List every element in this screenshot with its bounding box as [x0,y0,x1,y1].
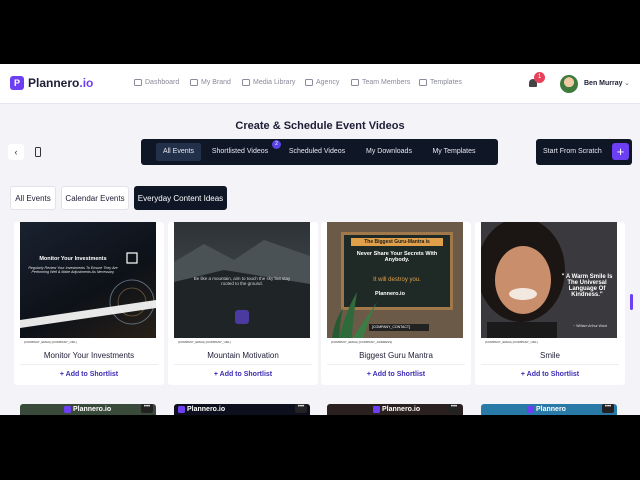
briefcase-icon [190,79,198,86]
start-from-scratch-button[interactable]: Start From Scratch + [536,139,632,165]
building-icon [305,79,313,86]
tab-my-downloads[interactable]: My Downloads [361,143,417,161]
brand-label: Plannero.io [382,406,421,413]
divider [174,364,312,365]
plus-icon: + [612,143,629,160]
app-window: P Plannero.io Dashboard My Brand Media L… [0,64,640,415]
card-title: Monitor Your Investments [43,351,135,360]
nav-label: Agency [316,79,340,86]
nav-my-brand[interactable]: My Brand [190,79,231,86]
divider [327,364,465,365]
card-brand: Plannero.io [373,406,420,413]
thumbnail-graphic [20,252,156,328]
tab-shortlisted-videos[interactable]: Shortlisted Videos [208,143,272,161]
page-title: Create & Schedule Event Videos [235,120,405,132]
more-options-icon[interactable]: ••• [141,404,153,413]
card-thumbnail[interactable]: " A Warm Smile Is The Universal Language… [481,222,617,346]
brand-name: Plannero [28,76,80,90]
nav-team-members[interactable]: Team Members [351,79,410,86]
nav-dashboard[interactable]: Dashboard [134,79,179,86]
brand-label: Plannero [536,406,566,413]
template-card-partial[interactable]: Plannero.io ••• [20,404,156,415]
thumbnail-quote: " A Warm Smile Is The Universal Language… [561,274,613,298]
plannero-logo[interactable]: P Plannero.io [10,76,93,90]
avatar[interactable] [560,75,578,93]
logo-icon [527,406,534,413]
divider [20,364,158,365]
nav-templates[interactable]: Templates [419,79,462,86]
add-to-shortlist-button[interactable]: + Add to Shortlist [168,371,318,378]
user-name[interactable]: Ben Murray [584,80,623,87]
phone-icon [35,147,41,157]
logo-icon [64,406,71,413]
shortlisted-count-badge: 2 [272,140,281,149]
template-card-smile[interactable]: " A Warm Smile Is The Universal Language… [475,222,625,385]
template-icon [419,79,427,86]
notification-badge: 1 [534,72,545,83]
start-from-scratch-label: Start From Scratch [543,148,602,155]
nav-label: Media Library [253,79,296,86]
thumbnail-heading: Monitor Your Investments [39,256,107,262]
template-card-mountain-motivation[interactable]: Be like a mountain, aim to touch the sky… [168,222,318,385]
thumbnail-body: Regularly Review Your Investments To Ens… [28,266,118,274]
thumbnail-quote: Be like a mountain, aim to touch the sky… [193,276,291,286]
top-navbar: P Plannero.io Dashboard My Brand Media L… [0,64,640,104]
image-icon [242,79,250,86]
thumbnail-footer: [COMPANY_EMAIL] [COMPANY_URL] [20,338,156,346]
home-icon [134,79,142,86]
card-brand: Plannero.io [64,406,111,413]
scrollbar[interactable] [630,294,633,310]
brand-label: Plannero.io [73,406,112,413]
brand-label: Plannero.io [187,406,226,413]
card-thumbnail[interactable]: The Biggest Guru-Mantra is Never Share Y… [327,222,463,346]
thumbnail-footer: [COMPANY_EMAIL] [COMPANY_URL] [174,338,310,346]
card-brand: Plannero.io [178,406,225,413]
more-options-icon[interactable]: ••• [602,404,614,413]
add-to-shortlist-button[interactable]: + Add to Shortlist [321,371,471,378]
more-options-icon[interactable]: ••• [295,404,307,413]
nav-media-library[interactable]: Media Library [242,79,295,86]
card-title: Smile [539,351,560,360]
card-title: Biggest Guru Mantra [359,351,433,360]
filter-calendar-events[interactable]: Calendar Events [61,186,129,210]
nav-label: Team Members [362,79,411,86]
template-card-partial[interactable]: Plannero.io ••• [327,404,463,415]
thumbnail-footer: [COMPANY_EMAIL] [COMPANY_URL] [481,338,617,346]
tab-my-templates[interactable]: My Templates [427,143,481,161]
logo-icon [373,406,380,413]
template-card-partial[interactable]: Plannero ••• [481,404,617,415]
brand-suffix: .io [79,76,94,90]
logo-icon [178,406,185,413]
tab-all-events[interactable]: All Events [156,143,201,161]
divider [481,364,619,365]
nav-agency[interactable]: Agency [305,79,339,86]
back-button[interactable]: ‹ [8,144,24,160]
template-card-monitor-investments[interactable]: Monitor Your Investments Regularly Revie… [14,222,164,385]
notification-bell[interactable]: 1 [528,72,545,88]
card-thumbnail[interactable]: Monitor Your Investments Regularly Revie… [20,222,156,346]
filter-all-events[interactable]: All Events [10,186,56,210]
card-title: Mountain Motivation [207,351,279,360]
template-card-biggest-guru-mantra[interactable]: The Biggest Guru-Mantra is Never Share Y… [321,222,471,385]
thumbnail-author: ~ William Arthur Ward [573,324,607,328]
tab-scheduled-videos[interactable]: Scheduled Videos [285,143,349,161]
mobile-preview-button[interactable] [31,144,45,160]
add-to-shortlist-button[interactable]: + Add to Shortlist [14,371,164,378]
logo-icon: P [10,76,24,90]
more-options-icon[interactable]: ••• [448,404,460,413]
template-card-partial[interactable]: Plannero.io ••• [174,404,310,415]
card-thumbnail[interactable]: Be like a mountain, aim to touch the sky… [174,222,310,346]
chevron-left-icon: ‹ [14,147,18,157]
filter-everyday-content-ideas[interactable]: Everyday Content Ideas [134,186,227,210]
nav-label: My Brand [201,79,231,86]
thumbnail-footer: [COMPANY_EMAIL] [COMPANY_ADDRESS] [327,338,463,346]
add-to-shortlist-button[interactable]: + Add to Shortlist [475,371,625,378]
card-brand: Plannero [527,406,566,413]
nav-label: Dashboard [145,79,180,86]
users-icon [351,79,359,86]
tab-bar: All Events Shortlisted Videos 2 Schedule… [141,139,498,165]
thumbnail-contact: [COMPANY_CONTACT] [369,324,429,331]
nav-label: Templates [430,79,462,86]
chevron-down-icon[interactable]: ⌄ [624,79,630,87]
